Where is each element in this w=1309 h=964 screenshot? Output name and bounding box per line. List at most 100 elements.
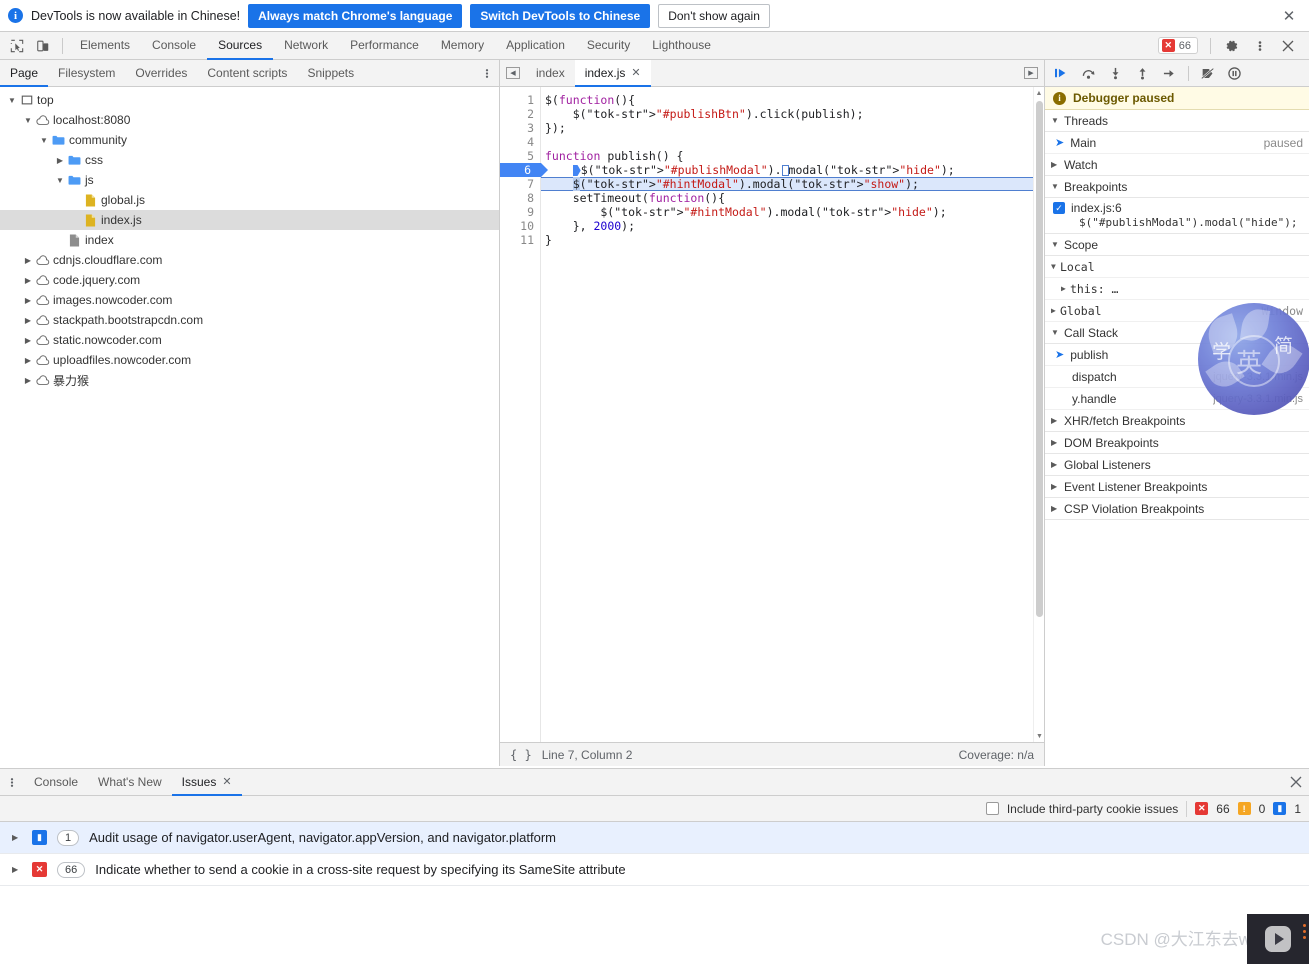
issue-row[interactable]: ▶ ▮ 1 Audit usage of navigator.userAgent… [0,822,1309,854]
editor-tab-index[interactable]: index [526,60,575,87]
tree-item-global-js[interactable]: global.js [0,190,499,210]
code-line[interactable] [545,135,1033,149]
tree-item-stackpath-bootstrapcdn-com[interactable]: ▶ stackpath.bootstrapcdn.com [0,310,499,330]
line-number-gutter[interactable]: 1 2 3 4 5 6 7 8 9 10 11 [500,87,548,742]
nav-tab-overrides[interactable]: Overrides [125,60,197,87]
kebab-menu-icon[interactable] [1247,34,1273,58]
chevron-down-icon[interactable]: ▼ [22,116,34,125]
always-match-language-button[interactable]: Always match Chrome's language [248,3,463,28]
tab-network[interactable]: Network [273,32,339,60]
scrollbar-thumb[interactable] [1036,101,1043,617]
chevron-right-icon[interactable]: ▶ [22,316,34,325]
deactivate-breakpoints-icon[interactable] [1195,62,1220,84]
include-third-party-checkbox[interactable] [985,802,999,815]
line-number[interactable]: 5 [500,149,540,163]
close-tab-icon[interactable]: ✕ [631,66,640,79]
tab-memory[interactable]: Memory [430,32,495,60]
code-line[interactable]: function publish() { [545,149,1033,163]
navigator-kebab-menu-icon[interactable] [475,60,499,86]
code-line[interactable]: $("tok-str">"#hintModal").modal("tok-str… [541,177,1033,191]
section-event-listener-breakpoints[interactable]: ▶ Event Listener Breakpoints [1045,476,1309,498]
scroll-tabs-right-icon[interactable]: ▶ [1018,60,1044,86]
tab-sources[interactable]: Sources [207,32,274,60]
chevron-down-icon[interactable]: ▼ [54,176,66,185]
scroll-tabs-left-icon[interactable]: ◀ [500,60,526,86]
step-over-icon[interactable] [1076,62,1101,84]
tree-item-cdnjs-cloudflare-com[interactable]: ▶ cdnjs.cloudflare.com [0,250,499,270]
inline-breakpoint-icon[interactable] [572,165,581,176]
drawer-tab-issues[interactable]: Issues ✕ [171,769,242,796]
issue-row[interactable]: ▶ ✕ 66 Indicate whether to send a cookie… [0,854,1309,886]
step-out-icon[interactable] [1130,62,1155,84]
breakpoint-checkbox[interactable]: ✓ [1053,202,1065,214]
section-dom-breakpoints[interactable]: ▶ DOM Breakpoints [1045,432,1309,454]
error-count-badge[interactable]: ✕ 66 [1157,37,1198,54]
tree-item-js[interactable]: ▼ js [0,170,499,190]
section-breakpoints[interactable]: ▼ Breakpoints [1045,176,1309,198]
tree-item-images-nowcoder-com[interactable]: ▶ images.nowcoder.com [0,290,499,310]
code-line[interactable]: } [545,233,1033,247]
chevron-right-icon[interactable]: ▶ [54,156,66,165]
chevron-right-icon[interactable]: ▶ [22,296,34,305]
line-number[interactable]: 2 [500,107,540,121]
tab-console[interactable]: Console [141,32,207,60]
section-threads[interactable]: ▼ Threads [1045,110,1309,132]
code-line[interactable]: $("tok-str">"#hintModal").modal("tok-str… [545,205,1033,219]
line-number[interactable]: 6 [500,163,548,177]
line-number[interactable]: 3 [500,121,540,135]
line-number[interactable]: 11 [500,233,540,247]
inspect-element-icon[interactable] [4,34,30,58]
tab-security[interactable]: Security [576,32,641,60]
chevron-right-icon[interactable]: ▶ [22,356,34,365]
close-devtools-icon[interactable] [1275,34,1301,58]
line-number[interactable]: 10 [500,219,540,233]
switch-to-chinese-button[interactable]: Switch DevTools to Chinese [470,3,651,28]
nav-tab-filesystem[interactable]: Filesystem [48,60,125,87]
breakpoint-gutter-marker[interactable]: 6 [500,163,548,177]
code-line[interactable]: }); [545,121,1033,135]
line-number[interactable]: 7 [500,177,540,191]
pretty-print-braces-icon[interactable]: { } [510,748,532,762]
tree-item-index-js[interactable]: index.js [0,210,499,230]
line-number[interactable]: 1 [500,93,540,107]
chevron-down-icon[interactable]: ▼ [38,136,50,145]
call-stack-frame-dispatch[interactable]: dispatch jquery-3.3.1.min.js [1045,366,1309,388]
chevron-right-icon[interactable]: ▶ [12,833,22,842]
tab-lighthouse[interactable]: Lighthouse [641,32,722,60]
thread-row-main[interactable]: ➤ Main paused [1045,132,1309,154]
chevron-right-icon[interactable]: ▶ [22,256,34,265]
tree-item-css[interactable]: ▶ css [0,150,499,170]
code-line[interactable]: setTimeout(function(){ [545,191,1033,205]
editor-vertical-scrollbar[interactable]: ▲ ▼ [1033,87,1044,742]
section-scope[interactable]: ▼ Scope [1045,234,1309,256]
close-drawer-icon[interactable] [1283,769,1309,795]
step-into-icon[interactable] [1103,62,1128,84]
scroll-up-icon[interactable]: ▲ [1034,87,1044,99]
chevron-right-icon[interactable]: ▶ [22,376,34,385]
nav-tab-snippets[interactable]: Snippets [297,60,364,87]
section-watch[interactable]: ▶ Watch [1045,154,1309,176]
chevron-right-icon[interactable]: ▶ [12,865,22,874]
play-button-icon[interactable] [1265,926,1291,952]
chevron-down-icon[interactable]: ▼ [6,96,18,105]
tree-item-[interactable]: ▶ 暴力猴 [0,370,499,390]
scope-row-local[interactable]: ▼ Local [1045,256,1309,278]
line-number[interactable]: 4 [500,135,540,149]
call-stack-frame-publish[interactable]: ➤ publish [1045,344,1309,366]
tree-item-community[interactable]: ▼ community [0,130,499,150]
tree-item-uploadfiles-nowcoder-com[interactable]: ▶ uploadfiles.nowcoder.com [0,350,499,370]
section-call-stack[interactable]: ▼ Call Stack [1045,322,1309,344]
tab-elements[interactable]: Elements [69,32,141,60]
editor-tab-index-js[interactable]: index.js ✕ [574,60,651,87]
resume-script-execution-icon[interactable] [1049,62,1074,84]
step-icon[interactable] [1157,62,1182,84]
section-global-listeners[interactable]: ▶ Global Listeners [1045,454,1309,476]
call-stack-frame-y-handle[interactable]: y.handle jquery-3.3.1.min.js [1045,388,1309,410]
code-editor[interactable]: 1 2 3 4 5 6 7 8 9 10 11 $(function(){ $("tok-str">… [500,87,1044,742]
video-player-widget[interactable] [1247,914,1309,964]
code-line[interactable]: }, 2000); [545,219,1033,233]
code-line[interactable]: $(function(){ [545,93,1033,107]
tree-item-code-jquery-com[interactable]: ▶ code.jquery.com [0,270,499,290]
nav-tab-content-scripts[interactable]: Content scripts [197,60,297,87]
nav-tab-page[interactable]: Page [0,60,49,87]
